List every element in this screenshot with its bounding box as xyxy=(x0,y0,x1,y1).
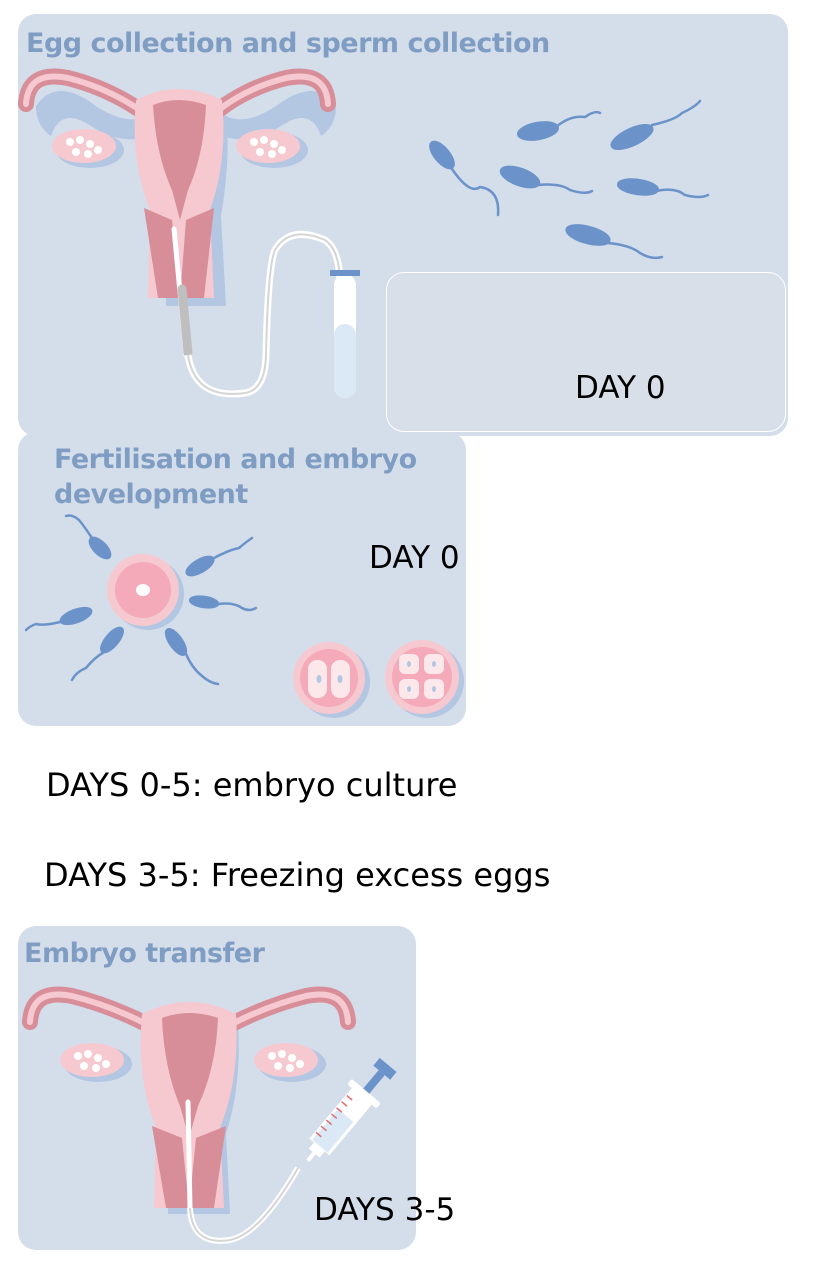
sperm-icon xyxy=(610,99,702,151)
freezing-label: DAYS 3-5: Freezing excess eggs xyxy=(44,856,551,894)
sperm-icon xyxy=(188,595,258,612)
embryo-transfer-title: Embryo transfer xyxy=(24,938,265,969)
sperm-icon xyxy=(24,606,93,632)
sperm-group-icon xyxy=(429,99,710,260)
egg-sperm-collection-title: Egg collection and sperm collection xyxy=(26,28,550,59)
sperm-icon xyxy=(616,178,710,199)
syringe-icon xyxy=(306,1057,397,1163)
embryo-2cell-icon xyxy=(293,642,370,718)
fertilisation-title: Fertilisation and embryo development xyxy=(54,442,417,512)
sperm-icon xyxy=(565,224,664,260)
test-tube-icon xyxy=(330,270,360,398)
fertilisation-day: DAY 0 xyxy=(369,540,460,576)
ovary-right-icon xyxy=(236,129,308,168)
sperm-icon xyxy=(185,536,254,577)
egg-icon xyxy=(107,554,184,630)
egg-sperm-collection-day: DAY 0 xyxy=(575,370,666,406)
sperm-icon xyxy=(164,627,220,686)
day-panel-inset xyxy=(386,272,786,432)
embryo-4cell-icon xyxy=(385,640,464,718)
sperm-icon xyxy=(517,110,602,141)
sperm-icon xyxy=(499,165,594,194)
ovary-left-icon xyxy=(60,1043,132,1082)
sperm-icon xyxy=(429,140,500,217)
embryo-transfer-day: DAYS 3-5 xyxy=(314,1192,456,1228)
sperm-icon xyxy=(64,514,112,560)
embryo-culture-label: DAYS 0-5: embryo culture xyxy=(46,766,458,804)
sperm-icon xyxy=(70,626,124,682)
fertilisation-title-line1: Fertilisation and embryo xyxy=(54,444,417,475)
fertilisation-title-line2: development xyxy=(54,479,248,510)
fertilisation-illustration xyxy=(24,514,258,686)
